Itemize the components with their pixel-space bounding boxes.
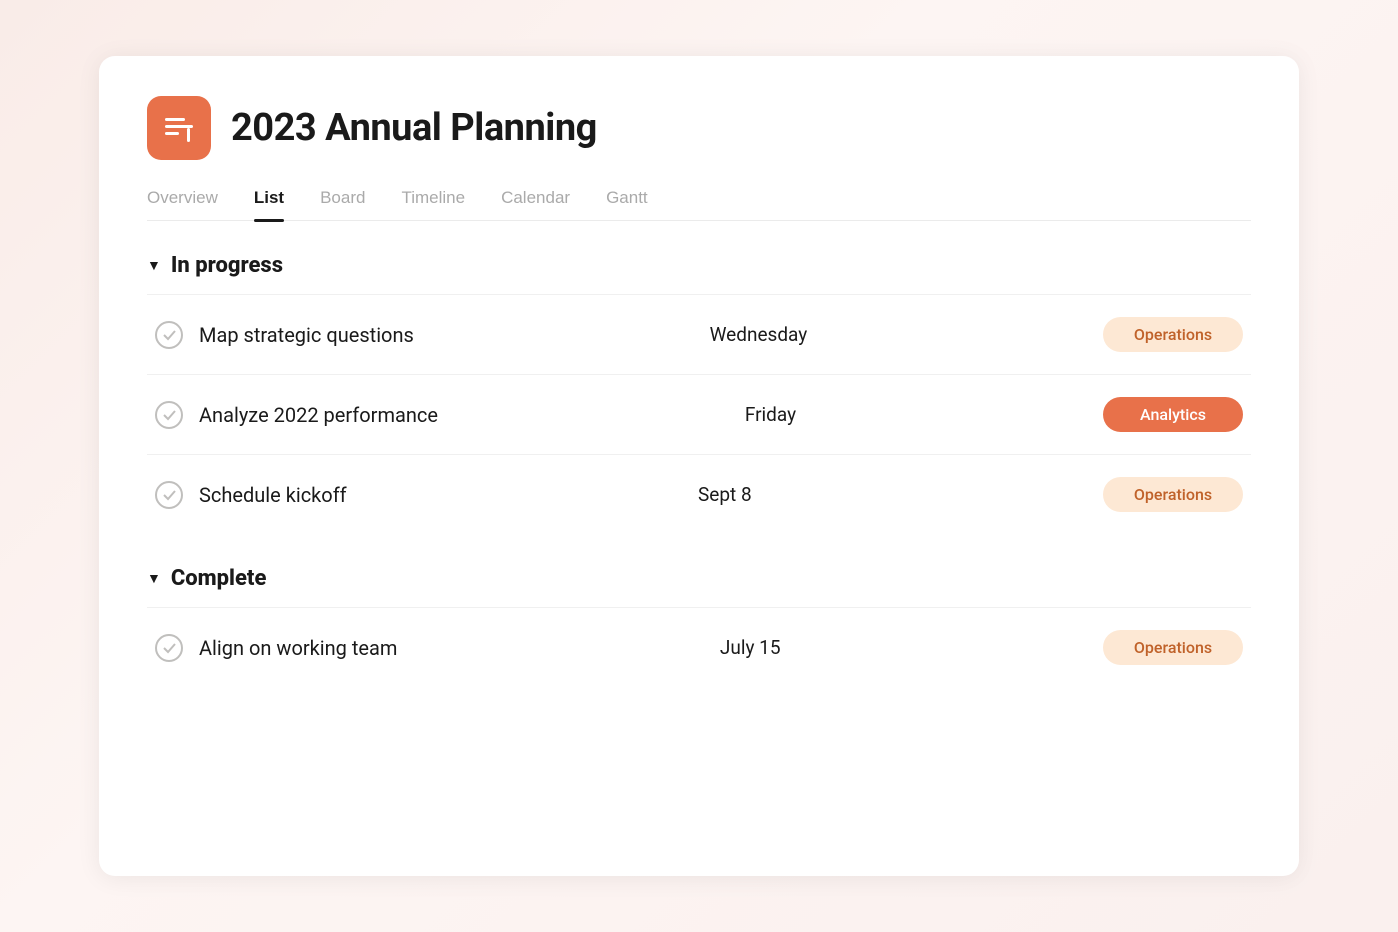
chevron-down-icon: ▼ <box>147 570 161 587</box>
tab-bar: Overview List Board Timeline Calendar Ga… <box>147 188 1251 221</box>
tab-list[interactable]: List <box>254 188 284 220</box>
table-row: Schedule kickoff Sept 8 Operations <box>147 454 1251 534</box>
task-tag: Analytics <box>1103 397 1243 432</box>
task-name: Align on working team <box>199 636 397 660</box>
task-name: Schedule kickoff <box>199 483 347 507</box>
complete-title: Complete <box>171 566 267 591</box>
task-date: Sept 8 <box>655 483 795 506</box>
complete-section-header: ▼ Complete <box>147 534 1251 607</box>
complete-task-list: Align on working team July 15 Operations <box>147 607 1251 687</box>
tab-calendar[interactable]: Calendar <box>501 188 570 220</box>
tab-gantt[interactable]: Gantt <box>606 188 648 220</box>
in-progress-section-header: ▼ In progress <box>147 221 1251 294</box>
task-date: Friday <box>700 403 840 426</box>
task-checkbox[interactable] <box>155 481 183 509</box>
task-checkbox[interactable] <box>155 401 183 429</box>
task-name: Map strategic questions <box>199 323 414 347</box>
table-row: Align on working team July 15 Operations <box>147 607 1251 687</box>
task-date: July 15 <box>680 636 820 659</box>
task-checkbox[interactable] <box>155 634 183 662</box>
task-checkbox[interactable] <box>155 321 183 349</box>
main-card: 2023 Annual Planning Overview List Board… <box>99 56 1299 876</box>
in-progress-task-list: Map strategic questions Wednesday Operat… <box>147 294 1251 534</box>
table-row: Analyze 2022 performance Friday Analytic… <box>147 374 1251 454</box>
tab-overview[interactable]: Overview <box>147 188 218 220</box>
chevron-down-icon: ▼ <box>147 257 161 274</box>
tab-timeline[interactable]: Timeline <box>401 188 465 220</box>
tab-board[interactable]: Board <box>320 188 365 220</box>
task-tag: Operations <box>1103 477 1243 512</box>
project-icon <box>147 96 211 160</box>
table-row: Map strategic questions Wednesday Operat… <box>147 294 1251 374</box>
task-tag: Operations <box>1103 630 1243 665</box>
project-header: 2023 Annual Planning <box>147 96 1251 160</box>
task-date: Wednesday <box>688 323 828 346</box>
task-name: Analyze 2022 performance <box>199 403 438 427</box>
in-progress-title: In progress <box>171 253 283 278</box>
task-tag: Operations <box>1103 317 1243 352</box>
project-title: 2023 Annual Planning <box>231 106 597 150</box>
